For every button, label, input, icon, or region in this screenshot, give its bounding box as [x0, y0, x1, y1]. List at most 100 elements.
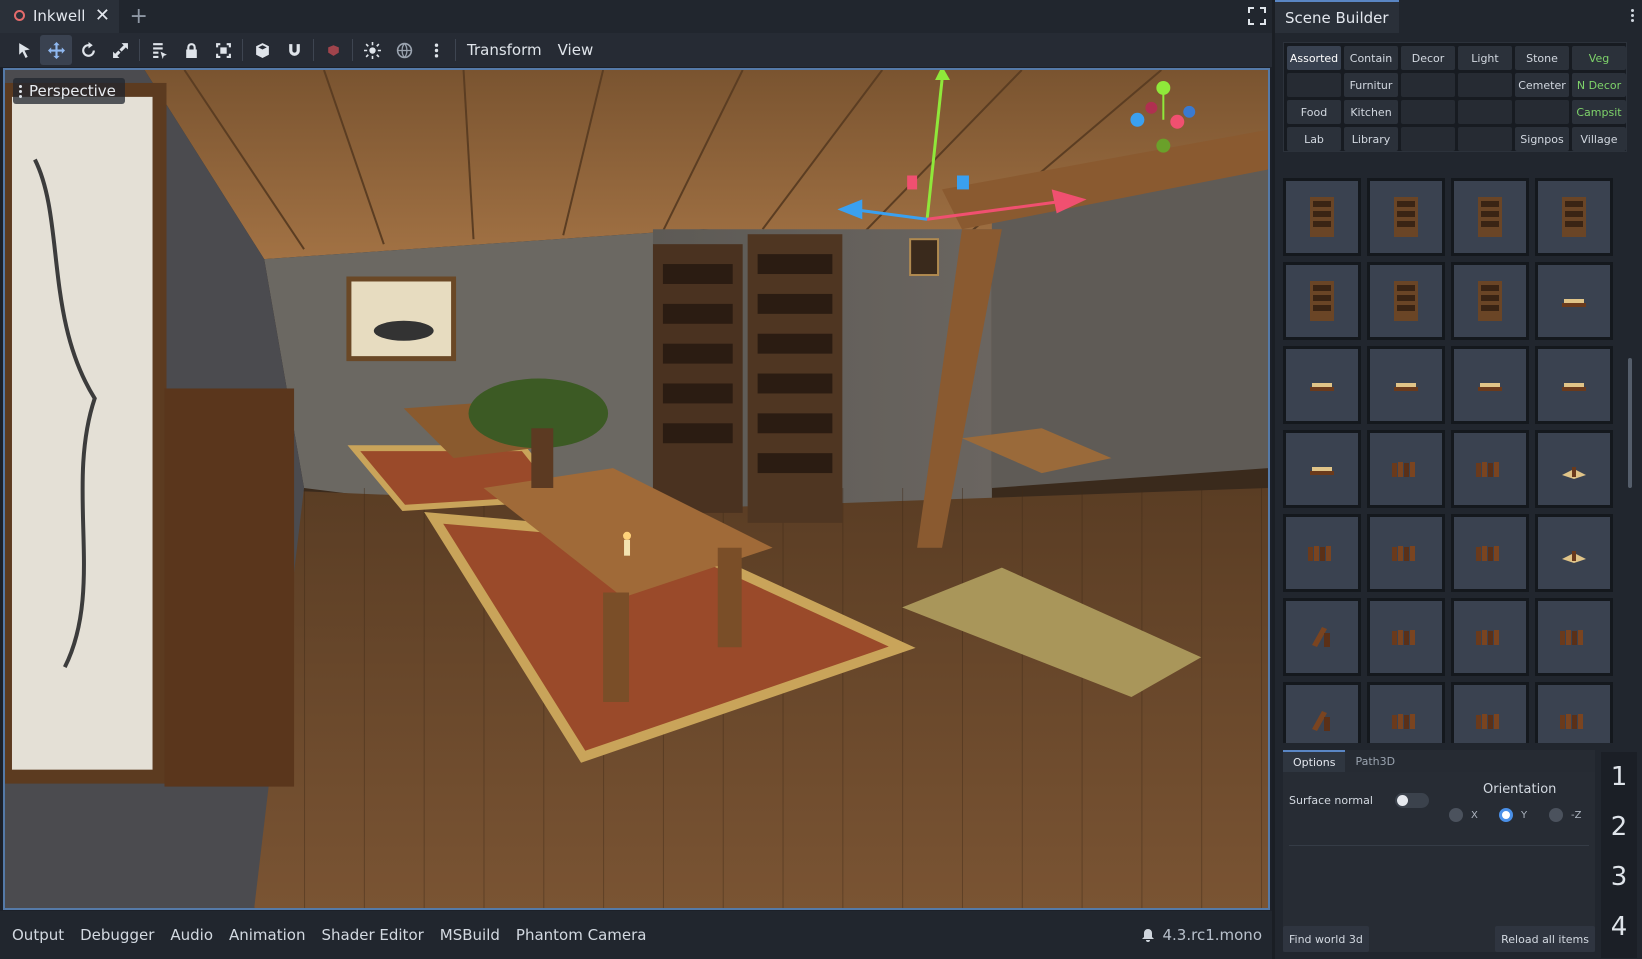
reload-all-items-button[interactable]: Reload all items [1495, 926, 1595, 952]
category-village[interactable]: Village [1572, 127, 1626, 151]
asset-tile-book-lean[interactable] [1283, 682, 1361, 743]
category-assorted[interactable]: Assorted [1287, 46, 1341, 70]
3d-viewport[interactable]: Perspective [3, 68, 1270, 910]
dock-menu-icon[interactable] [1631, 9, 1634, 22]
lock-button[interactable] [175, 35, 207, 65]
asset-tile-book-open[interactable] [1535, 514, 1613, 592]
environment-preview-button[interactable] [388, 35, 420, 65]
scene-builder-tab[interactable]: Scene Builder [1275, 0, 1399, 33]
preview-camera-button[interactable] [317, 35, 349, 65]
snap-button[interactable] [278, 35, 310, 65]
quick-slot-1[interactable]: 1 [1601, 762, 1637, 792]
category-empty[interactable] [1458, 73, 1512, 97]
quick-slot-3[interactable]: 3 [1601, 862, 1637, 892]
asset-tile-book-flat[interactable] [1283, 346, 1361, 424]
asset-tile-bookshelf[interactable] [1283, 178, 1361, 256]
category-veg[interactable]: Veg [1572, 46, 1626, 70]
asset-tile-bookshelf[interactable] [1451, 178, 1529, 256]
asset-tile-book-row[interactable] [1451, 430, 1529, 508]
bottom-tab-debugger[interactable]: Debugger [72, 926, 162, 944]
category-decor[interactable]: Decor [1401, 46, 1455, 70]
category-contain[interactable]: Contain [1344, 46, 1398, 70]
select-tool-button[interactable] [8, 35, 40, 65]
magnet-icon [288, 43, 300, 56]
asset-tile-book-row[interactable] [1367, 430, 1445, 508]
perspective-menu[interactable]: Perspective [13, 78, 125, 104]
asset-tile-book-row[interactable] [1367, 682, 1445, 743]
asset-tile-book-flat[interactable] [1367, 346, 1445, 424]
move-tool-button[interactable] [40, 35, 72, 65]
asset-grid-scroll[interactable] [1283, 178, 1627, 743]
asset-tile-bookshelf[interactable] [1367, 262, 1445, 340]
scale-tool-button[interactable] [104, 35, 136, 65]
find-world-3d-button[interactable]: Find world 3d [1283, 926, 1369, 952]
category-empty[interactable] [1458, 100, 1512, 124]
bottom-tab-shader-editor[interactable]: Shader Editor [313, 926, 431, 944]
surface-normal-toggle[interactable] [1395, 793, 1429, 808]
asset-tile-book-row[interactable] [1367, 514, 1445, 592]
asset-tile-book-flat[interactable] [1451, 346, 1529, 424]
category-n-decor[interactable]: N Decor [1572, 73, 1626, 97]
category-empty[interactable] [1458, 127, 1512, 151]
category-empty[interactable] [1401, 127, 1455, 151]
category-empty[interactable] [1515, 100, 1569, 124]
category-signpos[interactable]: Signpos [1515, 127, 1569, 151]
scene-tab[interactable]: Inkwell ✕ [0, 0, 120, 33]
tab-path3d[interactable]: Path3D [1345, 750, 1405, 772]
asset-tile-book-flat[interactable] [1535, 346, 1613, 424]
asset-tile-book-row[interactable] [1451, 514, 1529, 592]
asset-tile-book-flat[interactable] [1535, 262, 1613, 340]
list-select-button[interactable] [143, 35, 175, 65]
category-furnitur[interactable]: Furnitur [1344, 73, 1398, 97]
asset-tile-book-row[interactable] [1283, 514, 1361, 592]
view-menu[interactable]: View [550, 41, 602, 59]
category-empty[interactable] [1287, 73, 1341, 97]
tab-options[interactable]: Options [1283, 750, 1346, 772]
bottom-tab-animation[interactable]: Animation [221, 926, 313, 944]
group-button[interactable] [207, 35, 239, 65]
asset-tile-book-open[interactable] [1535, 430, 1613, 508]
bottom-tab-output[interactable]: Output [4, 926, 72, 944]
asset-tile-bookshelf[interactable] [1451, 262, 1529, 340]
quick-slot-2[interactable]: 2 [1601, 812, 1637, 842]
asset-tile-book-row[interactable] [1535, 682, 1613, 743]
category-light[interactable]: Light [1458, 46, 1512, 70]
category-library[interactable]: Library [1344, 127, 1398, 151]
orientation-radio-x[interactable]: X [1449, 808, 1478, 822]
asset-tile-book-flat[interactable] [1283, 430, 1361, 508]
category-campsit[interactable]: Campsit [1572, 100, 1626, 124]
more-options-button[interactable] [420, 35, 452, 65]
asset-tile-book-row[interactable] [1451, 682, 1529, 743]
bottom-tab-phantom-camera[interactable]: Phantom Camera [508, 926, 655, 944]
category-cemeter[interactable]: Cemeter [1515, 73, 1569, 97]
asset-tile-bookshelf[interactable] [1283, 262, 1361, 340]
local-space-button[interactable] [246, 35, 278, 65]
category-empty[interactable] [1401, 100, 1455, 124]
sun-preview-button[interactable] [356, 35, 388, 65]
asset-tile-book-row[interactable] [1535, 598, 1613, 676]
asset-tile-book-row[interactable] [1367, 598, 1445, 676]
asset-tile-book-row[interactable] [1451, 598, 1529, 676]
bottom-tab-audio[interactable]: Audio [162, 926, 221, 944]
asset-tile-bookshelf[interactable] [1367, 178, 1445, 256]
quick-slot-4[interactable]: 4 [1601, 912, 1637, 942]
bottom-tab-msbuild[interactable]: MSBuild [432, 926, 508, 944]
asset-tile-book-lean[interactable] [1283, 598, 1361, 676]
bell-icon[interactable] [1141, 928, 1155, 942]
category-lab[interactable]: Lab [1287, 127, 1341, 151]
scroll-thumb[interactable] [1628, 358, 1632, 488]
fullscreen-icon[interactable] [1248, 7, 1266, 25]
scene-tab-label: Inkwell [33, 6, 86, 25]
category-food[interactable]: Food [1287, 100, 1341, 124]
transform-menu[interactable]: Transform [459, 41, 550, 59]
asset-tile-bookshelf[interactable] [1535, 178, 1613, 256]
close-tab-icon[interactable]: ✕ [93, 5, 111, 26]
orientation-radio-neg-z[interactable]: -Z [1549, 808, 1581, 822]
category-empty[interactable] [1401, 73, 1455, 97]
category-stone[interactable]: Stone [1515, 46, 1569, 70]
category-kitchen[interactable]: Kitchen [1344, 100, 1398, 124]
orientation-radio-y[interactable]: Y [1499, 808, 1527, 822]
asset-scrollbar[interactable] [1627, 178, 1633, 743]
add-tab-icon[interactable]: + [129, 4, 147, 29]
rotate-tool-button[interactable] [72, 35, 104, 65]
